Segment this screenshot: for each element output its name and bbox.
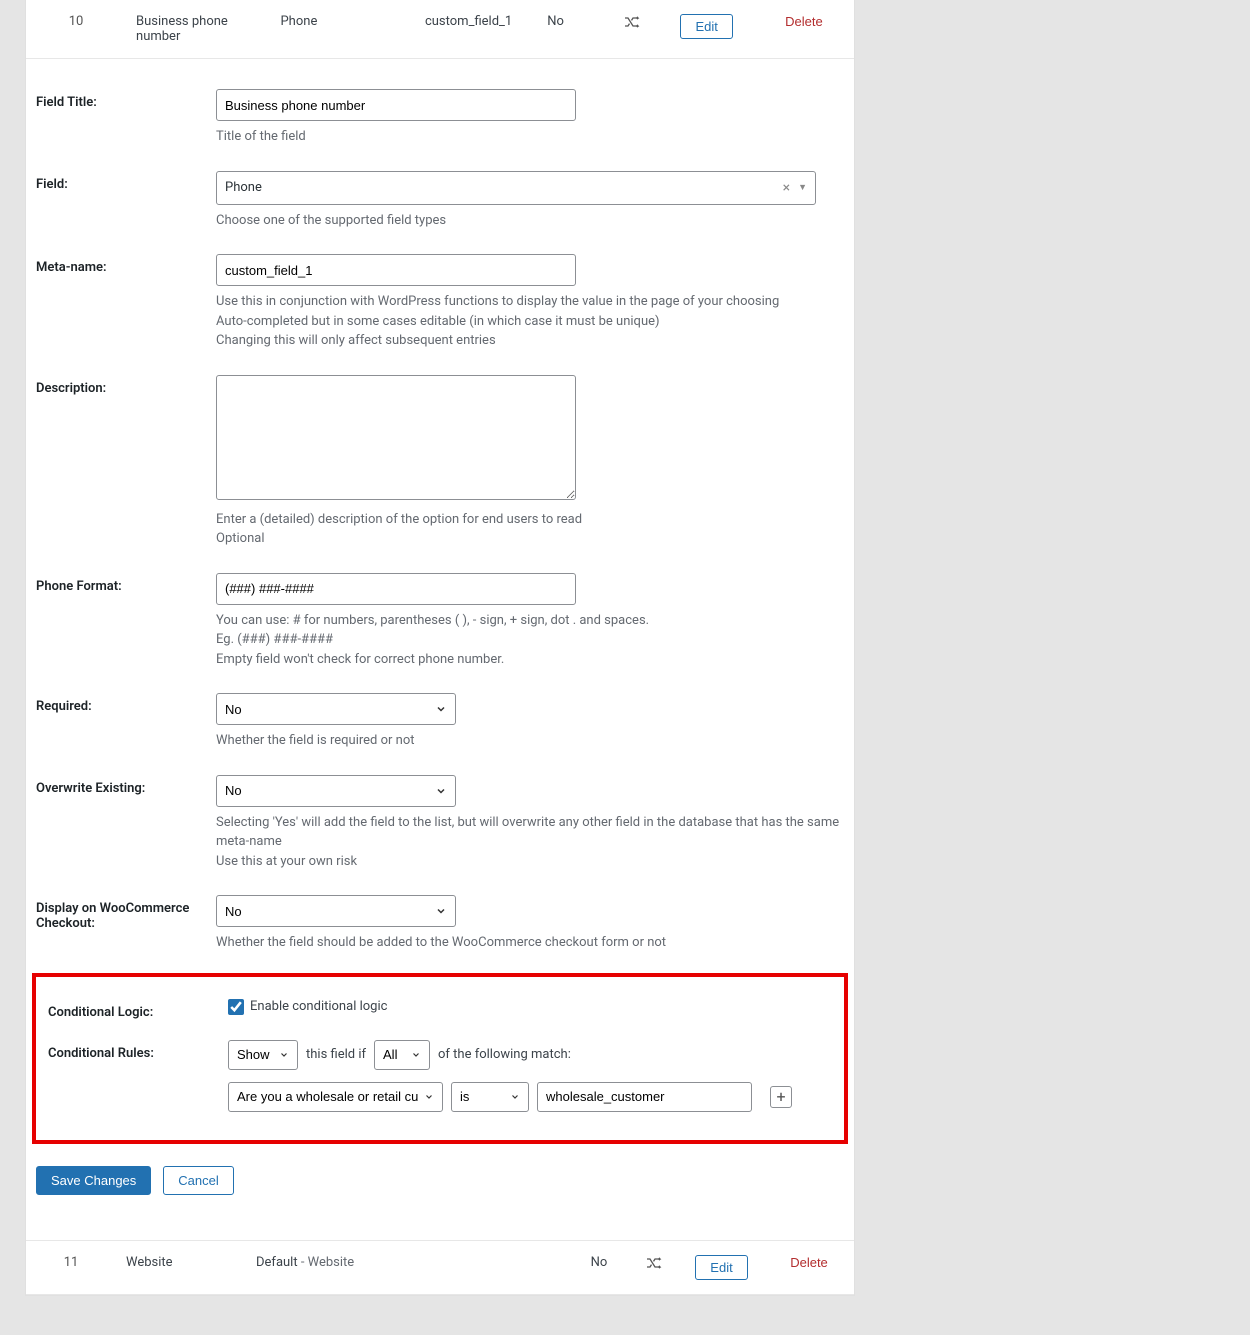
edit-button[interactable]: Edit [695,1255,747,1280]
woo-select[interactable]: No [216,895,456,927]
phone-format-help2: Eg. (###) ###-#### [216,630,842,650]
cond-logic-checkbox-label: Enable conditional logic [250,999,387,1014]
description-help1: Enter a (detailed) description of the op… [216,510,842,530]
field-title-help: Title of the field [216,127,842,147]
phone-format-help3: Empty field won't check for correct phon… [216,650,842,670]
cond-value-input[interactable] [537,1082,752,1112]
overwrite-help1: Selecting 'Yes' will add the field to th… [216,813,842,852]
clear-icon[interactable]: × [783,180,790,196]
field-type-help: Choose one of the supported field types [216,211,842,231]
meta-name-help3: Changing this will only affect subsequen… [216,331,842,351]
cancel-button[interactable]: Cancel [163,1166,233,1195]
row-type-value: Website [308,1255,355,1270]
cond-mid-text: this field if [306,1047,366,1062]
row-required: No [569,1240,629,1294]
cond-rules-label: Conditional Rules: [48,1040,228,1061]
meta-name-help1: Use this in conjunction with WordPress f… [216,292,842,312]
required-label: Required: [36,693,216,714]
overwrite-label: Overwrite Existing: [36,775,216,796]
cond-field-select[interactable]: Are you a wholesale or retail cu [228,1082,443,1112]
cond-tail-text: of the following match: [438,1047,571,1062]
woo-help: Whether the field should be added to the… [216,933,842,953]
cond-logic-checkbox[interactable] [228,999,244,1015]
meta-name-input[interactable] [216,254,576,286]
delete-button[interactable]: Delete [785,14,823,29]
table-row: 10 Business phone number Phone custom_fi… [26,0,854,59]
cond-operator-select[interactable]: is [451,1082,529,1112]
meta-name-label: Meta-name: [36,254,216,275]
conditional-logic-section: Conditional Logic: Enable conditional lo… [32,973,848,1144]
row-type-prefix: Default [256,1255,298,1270]
row-title: Business phone number [126,0,270,59]
phone-format-help1: You can use: # for numbers, parentheses … [216,611,842,631]
woo-label: Display on WooCommerce Checkout: [36,895,216,931]
field-title-input[interactable] [216,89,576,121]
row-type-sep: - [298,1255,308,1270]
row-type: Phone [270,0,414,59]
description-label: Description: [36,375,216,396]
field-type-value: Phone [225,180,262,195]
table-row: 11 Website Default - Website No Edit Del… [26,1240,854,1294]
field-type-label: Field: [36,171,216,192]
chevron-down-icon: ▼ [798,182,807,193]
row-required: No [537,0,604,59]
overwrite-select[interactable]: No [216,775,456,807]
description-help2: Optional [216,529,842,549]
delete-button[interactable]: Delete [790,1255,828,1270]
shuffle-icon[interactable] [646,1260,662,1275]
edit-button[interactable]: Edit [680,14,732,39]
overwrite-help2: Use this at your own risk [216,852,842,872]
phone-format-input[interactable] [216,573,576,605]
save-changes-button[interactable]: Save Changes [36,1166,151,1195]
meta-name-help2: Auto-completed but in some cases editabl… [216,312,842,332]
field-title-label: Field Title: [36,89,216,110]
row-meta: custom_field_1 [415,0,537,59]
required-select[interactable]: No [216,693,456,725]
field-type-select[interactable]: Phone × ▼ [216,171,816,205]
required-help: Whether the field is required or not [216,731,842,751]
cond-logic-label: Conditional Logic: [48,999,228,1020]
add-rule-button[interactable]: + [770,1086,792,1108]
phone-format-label: Phone Format: [36,573,216,594]
row-number: 11 [26,1240,116,1294]
cond-match-select[interactable]: All [374,1040,430,1070]
row-title: Website [116,1240,246,1294]
shuffle-icon[interactable] [624,19,640,34]
row-number: 10 [26,0,126,59]
plus-icon: + [776,1089,785,1105]
cond-action-select[interactable]: Show [228,1040,298,1070]
description-input[interactable] [216,375,576,500]
